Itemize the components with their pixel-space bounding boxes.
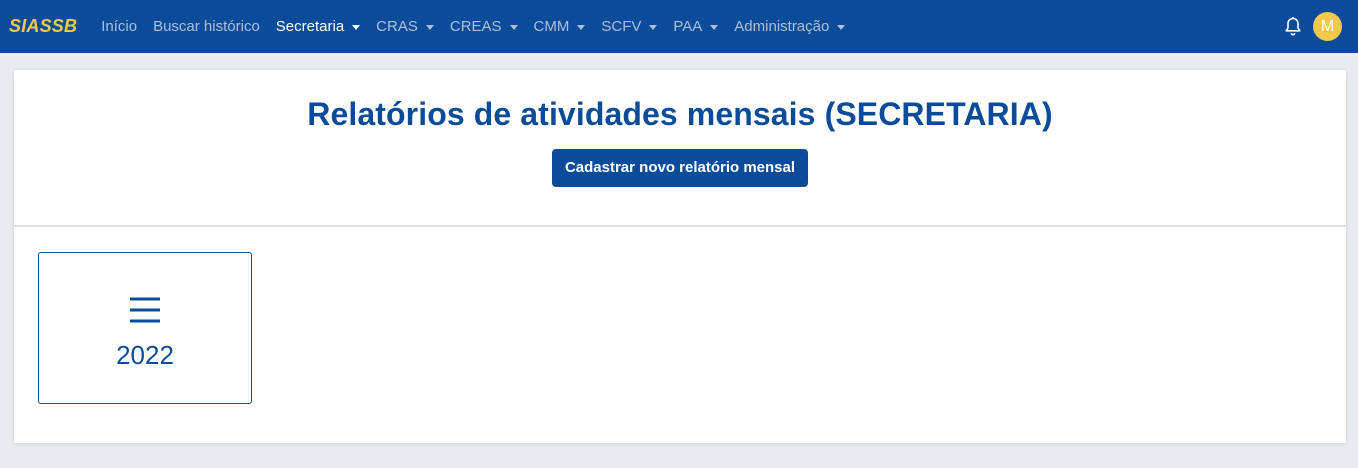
nav-item-scfv[interactable]: SCFV	[593, 0, 665, 53]
nav-item-buscar-historico[interactable]: Buscar histórico	[145, 0, 268, 53]
nav-item-inicio[interactable]: Início	[93, 0, 145, 53]
nav-item-administracao[interactable]: Administração	[726, 0, 853, 53]
nav-item-label: CRAS	[376, 18, 418, 35]
list-icon	[129, 295, 161, 330]
nav-item-label: CMM	[533, 18, 570, 35]
bell-icon[interactable]	[1283, 16, 1303, 38]
navbar-right: M	[1283, 0, 1342, 53]
nav-item-secretaria[interactable]: Secretaria	[268, 0, 368, 53]
chevron-down-icon	[352, 24, 361, 30]
chevron-down-icon	[710, 24, 719, 30]
new-monthly-report-button[interactable]: Cadastrar novo relatório mensal	[551, 149, 809, 187]
card-header: Relatórios de atividades mensais (SECRET…	[14, 70, 1346, 227]
user-avatar[interactable]: M	[1313, 12, 1342, 41]
nav-item-label: Secretaria	[275, 18, 345, 35]
nav-item-label: Buscar histórico	[153, 18, 260, 35]
chevron-down-icon	[577, 24, 586, 30]
chevron-down-icon	[425, 24, 434, 30]
year-tile[interactable]: 2022	[38, 252, 252, 404]
top-navbar: SIASSB Início Buscar histórico Secretari…	[0, 0, 1358, 53]
page-title: Relatórios de atividades mensais (SECRET…	[307, 96, 1053, 132]
chevron-down-icon	[649, 24, 658, 30]
chevron-down-icon	[837, 24, 846, 30]
nav-item-label: SCFV	[601, 18, 642, 35]
main-card: Relatórios de atividades mensais (SECRET…	[14, 70, 1346, 443]
nav-item-cmm[interactable]: CMM	[526, 0, 594, 53]
nav-item-label: PAA	[673, 18, 703, 35]
year-label: 2022	[116, 340, 174, 370]
chevron-down-icon	[509, 24, 518, 30]
nav-item-label: CREAS	[449, 18, 502, 35]
nav-item-label: Início	[101, 18, 138, 35]
nav-item-paa[interactable]: PAA	[665, 0, 726, 53]
nav-item-creas[interactable]: CREAS	[442, 0, 526, 53]
nav-item-cras[interactable]: CRAS	[368, 0, 442, 53]
brand-logo[interactable]: SIASSB	[9, 16, 77, 37]
nav-item-label: Administração	[734, 18, 830, 35]
